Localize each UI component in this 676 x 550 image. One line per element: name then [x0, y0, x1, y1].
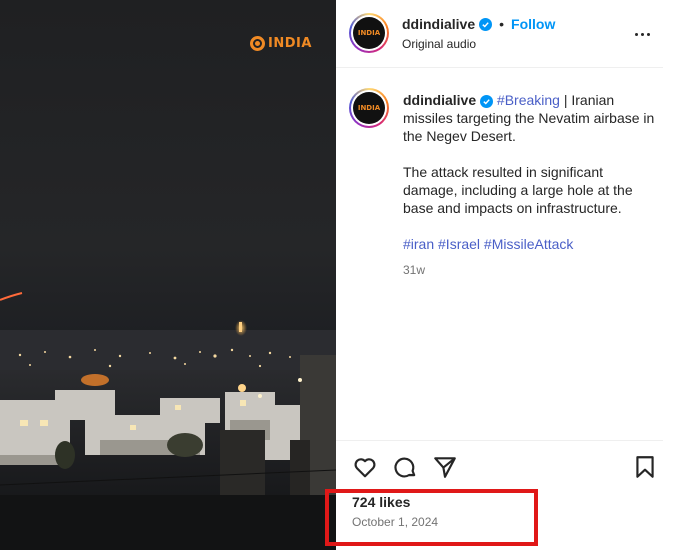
- caption-username[interactable]: ddindialive: [403, 92, 476, 108]
- share-icon[interactable]: [432, 454, 458, 480]
- author-username[interactable]: ddindialive: [402, 16, 475, 32]
- post-header: INDIA ddindialive • Follow Original audi…: [336, 0, 663, 68]
- follow-button[interactable]: Follow: [511, 16, 555, 32]
- post-media[interactable]: INDIA: [0, 0, 336, 550]
- audio-label[interactable]: Original audio: [402, 37, 476, 51]
- highlight-box: [325, 489, 538, 546]
- channel-watermark: INDIA: [250, 34, 312, 52]
- caption-author-avatar[interactable]: INDIA: [349, 88, 389, 128]
- post-caption: ddindialive #Breaking | Iranian missiles…: [403, 91, 661, 279]
- separator-dot: •: [499, 16, 505, 32]
- action-bar: [336, 440, 663, 490]
- comment-icon[interactable]: [392, 454, 418, 480]
- verified-icon: [479, 17, 493, 31]
- caption-second-paragraph: The attack resulted in significant damag…: [403, 164, 633, 216]
- caption-first-paragraph: ddindialive #Breaking | Iranian missiles…: [403, 91, 661, 145]
- more-options-icon[interactable]: [632, 24, 652, 44]
- caption-avatar-logo-text: INDIA: [357, 104, 381, 112]
- hashtag-breaking[interactable]: #Breaking: [497, 92, 560, 108]
- watermark-logo-icon: [250, 35, 265, 51]
- author-avatar[interactable]: INDIA: [349, 13, 389, 53]
- caption-age[interactable]: 31w: [403, 261, 661, 279]
- avatar-logo-text: INDIA: [357, 29, 381, 37]
- night-scene-image: [0, 292, 336, 550]
- caption-hashtags[interactable]: #iran #Israel #MissileAttack: [403, 235, 661, 253]
- heart-icon[interactable]: [352, 454, 378, 480]
- post-side-panel: INDIA ddindialive • Follow Original audi…: [336, 0, 676, 550]
- watermark-text: INDIA: [268, 35, 312, 51]
- caption-verified-icon: [480, 95, 494, 108]
- bookmark-icon[interactable]: [632, 454, 658, 480]
- author-name-row: ddindialive • Follow: [402, 16, 555, 32]
